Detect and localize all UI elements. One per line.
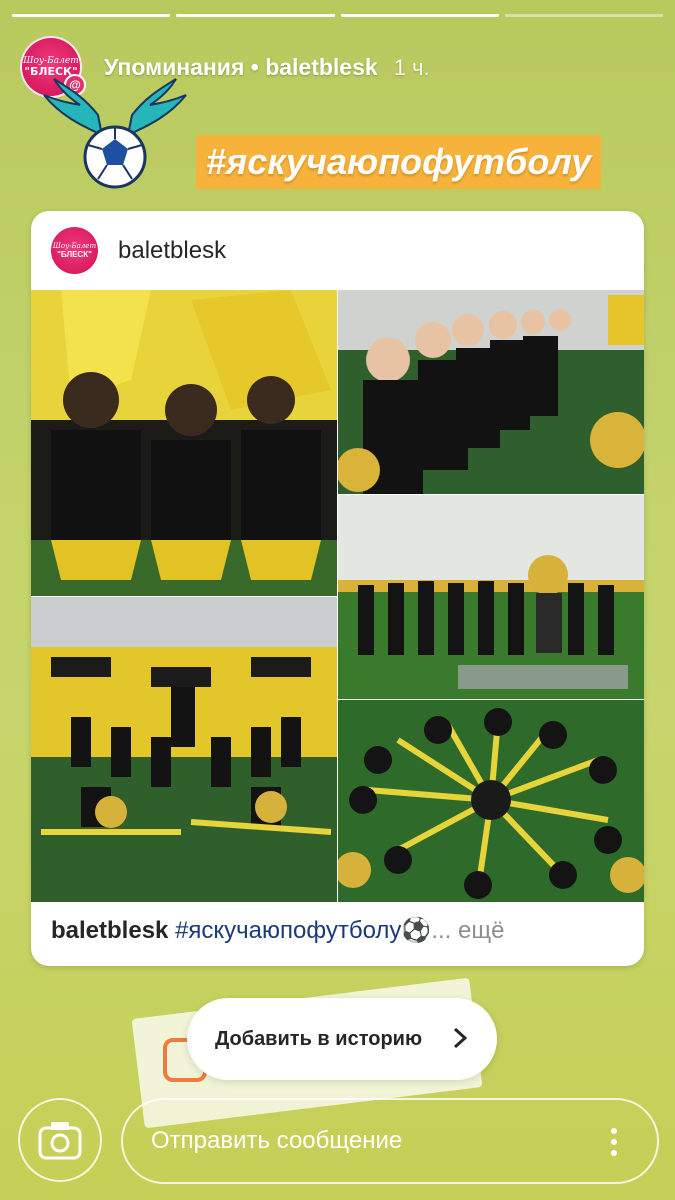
kebab-icon[interactable] [611,1128,617,1156]
post-header[interactable]: Шоу-Балет "БЛЕСК" baletblesk [31,211,644,290]
post-caption[interactable]: baletblesk #яскучаюпофутболу⚽... ещё [31,902,644,959]
photo-cheerleaders-stadium-splits [31,597,337,902]
camera-button[interactable] [18,1098,102,1182]
message-input[interactable]: Отправить сообщение [121,1098,659,1184]
post-avatar[interactable]: Шоу-Балет "БЛЕСК" [51,227,98,274]
progress-segment [176,14,335,17]
progress-segment [504,14,663,17]
story-progress [12,14,663,17]
caption-hashtag: #яскучаюпофутболу [175,917,402,944]
add-to-story-button[interactable]: Добавить в историю [187,998,497,1080]
progress-segment [12,14,171,17]
hashtag-sticker[interactable]: #яскучаюпофутболу [196,135,602,189]
photo-cheerleaders-mascot-line [338,495,644,699]
photo-collage[interactable] [31,290,644,902]
caption-username: baletblesk [51,917,169,944]
post-username[interactable]: baletblesk [118,237,226,265]
camera-icon [38,1122,82,1160]
soccer-ball-sticker [40,75,190,195]
story-time: 1 ч. [393,54,430,80]
caption-more[interactable]: ... ещё [431,917,504,944]
chevron-right-icon [453,1027,467,1049]
progress-segment [340,14,499,17]
add-to-story-label: Добавить в историю [215,1027,423,1050]
caption-emoji: ⚽ [401,917,432,944]
shared-post-card[interactable]: Шоу-Балет "БЛЕСК" baletblesk baletblesk … [31,211,644,966]
message-placeholder: Отправить сообщение [151,1127,403,1154]
photo-cheerleaders-circle-formation [338,700,644,902]
photo-cheerleaders-line-side [338,290,644,494]
photo-cheerleaders-back-flags [31,290,337,596]
